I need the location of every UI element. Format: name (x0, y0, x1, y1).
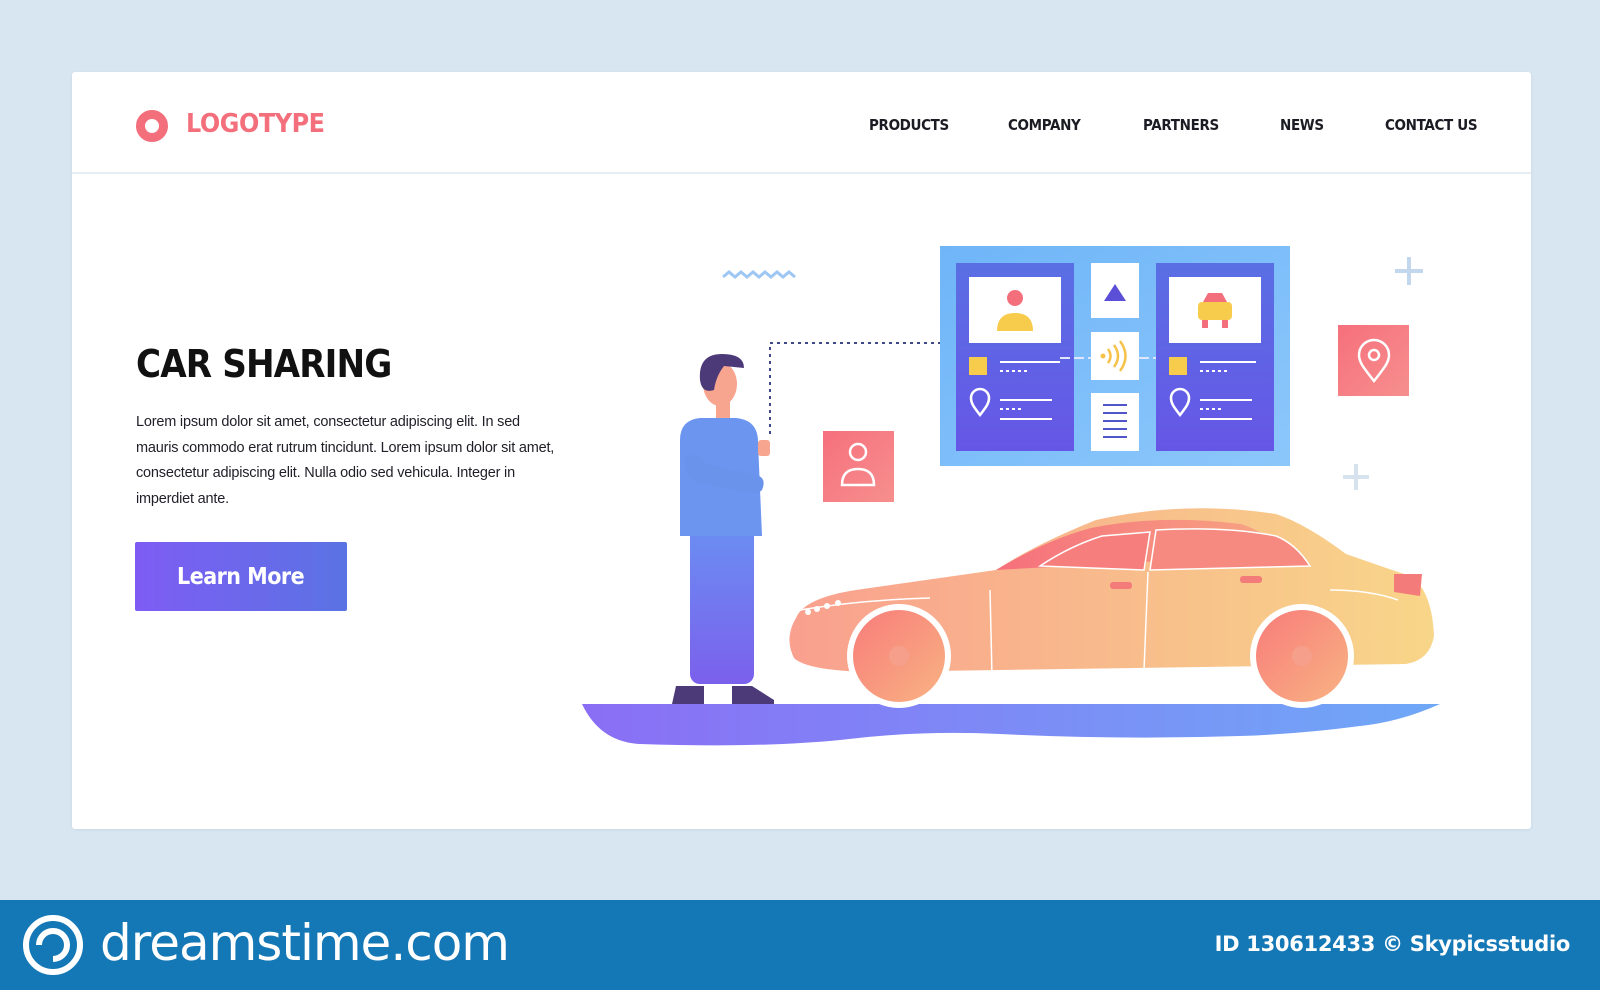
footer-image-id: ID 130612433 © Skypicsstudio (1214, 932, 1571, 956)
nav-item-partners[interactable]: PARTNERS (1143, 116, 1219, 134)
hero-description: Lorem ipsum dolor sit amet, consectetur … (136, 414, 555, 507)
landing-page-card: LOGOTYPE PRODUCTS COMPANY PARTNERS NEWS … (72, 72, 1531, 829)
footer-brand[interactable]: dreamstime.com (100, 914, 510, 972)
nav-item-products[interactable]: PRODUCTS (869, 116, 949, 134)
nav-item-company[interactable]: COMPANY (1008, 116, 1081, 134)
nav-item-contact-us[interactable]: CONTACT US (1385, 116, 1478, 134)
main-nav: PRODUCTS COMPANY PARTNERS NEWS CONTACT U… (72, 116, 1531, 140)
learn-more-button[interactable]: Learn More (135, 542, 347, 611)
nav-item-news[interactable]: NEWS (1280, 116, 1324, 134)
page-title: CAR SHARING (136, 342, 392, 386)
footer-bar: dreamstime.com ID 130612433 © Skypicsstu… (0, 900, 1600, 990)
dreamstime-logo-icon (23, 915, 83, 975)
site-header: LOGOTYPE PRODUCTS COMPANY PARTNERS NEWS … (72, 72, 1531, 174)
learn-more-label: Learn More (177, 563, 305, 590)
